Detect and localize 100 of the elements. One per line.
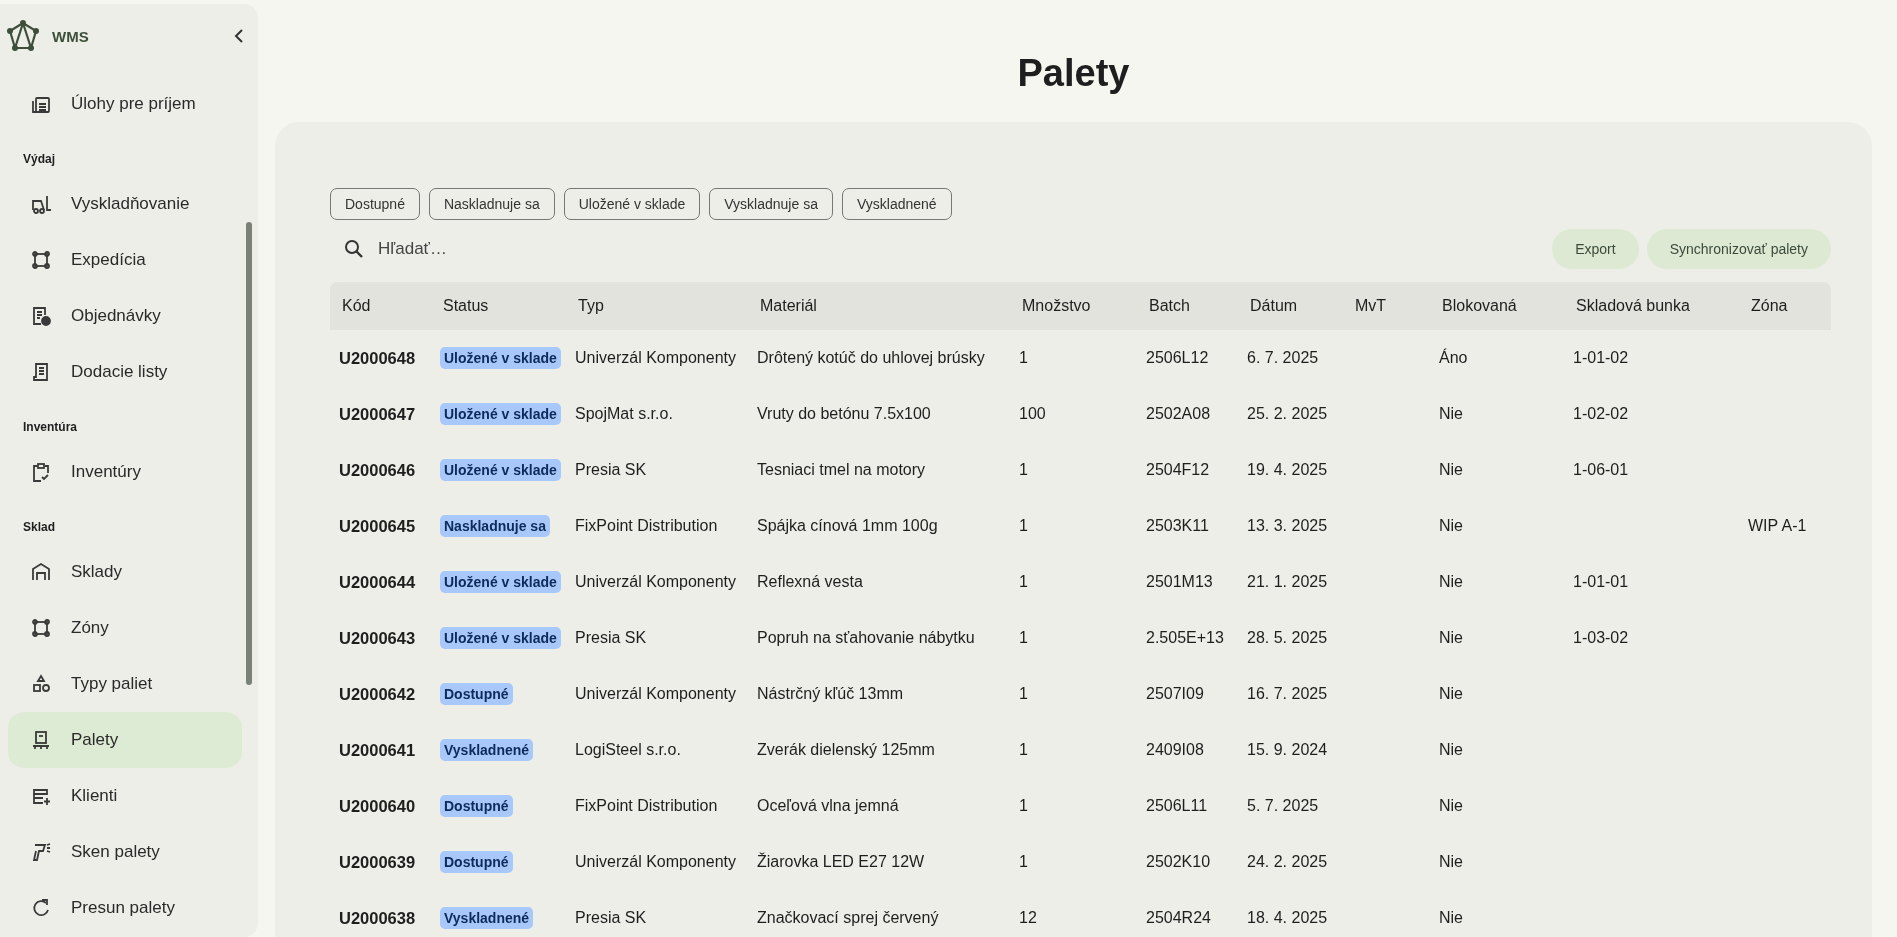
table-cell: Nie (1439, 405, 1463, 422)
search-icon (344, 239, 364, 259)
table-cell: Spájka cínová 1mm 100g (757, 517, 938, 534)
table-cell: 1-02-02 (1573, 405, 1629, 422)
table-cell: Presia SK (575, 909, 647, 926)
pallet-code: U2000648 (339, 348, 416, 367)
table-cell: Nie (1439, 853, 1463, 870)
table-cell: Nie (1439, 741, 1463, 758)
pallet-code: U2000640 (339, 796, 416, 815)
filter-chip[interactable]: Vyskladnené (841, 188, 952, 220)
sidebar-item[interactable]: Inventúry (8, 444, 242, 500)
table-row[interactable]: U2000641 Vyskladnené LogiSteel s.r.o. Zverák dielenský 125mm 1 2409I08 15. 9. 2024 Nie (330, 722, 1831, 778)
sidebar-item[interactable]: Presun palety (8, 880, 242, 936)
filter-chip[interactable]: Naskladnuje sa (428, 188, 555, 220)
table-cell: 2501M13 (1146, 573, 1213, 590)
table-row[interactable]: U2000645 Naskladnuje sa FixPoint Distribution Spájka cínová 1mm 100g 1 2503K11 13. 3. 2025 Nie WIP A-1 (330, 498, 1831, 554)
table-cell: Nie (1439, 629, 1463, 646)
table-row[interactable]: U2000646 Uložené v sklade Presia SK Tesniaci tmel na motory 1 2504F12 19. 4. 2025 Nie 1-06-01 (330, 442, 1831, 498)
scanner-icon (30, 841, 52, 863)
table-cell: 25. 2. 2025 (1247, 405, 1328, 422)
pallet-code: U2000639 (339, 852, 416, 871)
sidebar-item[interactable]: Úlohy pre príjem (8, 76, 242, 132)
table-row[interactable]: U2000640 Dostupné FixPoint Distribution Oceľová vlna jemná 1 2506L11 5. 7. 2025 Nie (330, 778, 1831, 834)
app-name: WMS (52, 27, 90, 45)
sidebar-item[interactable]: Klienti (8, 768, 242, 824)
table-row[interactable]: U2000639 Dostupné Univerzál Komponenty Žiarovka LED E27 12W 1 2502K10 24. 2. 2025 Nie (330, 834, 1831, 890)
sidebar-item[interactable]: Sklady (8, 544, 242, 600)
column-header[interactable]: Blokovaná (1430, 297, 1564, 315)
column-header[interactable]: Materiál (748, 297, 1010, 315)
table-cell: 2502A08 (1146, 405, 1211, 422)
table-row[interactable]: U2000644 Uložené v sklade Univerzál Komponenty Reflexná vesta 1 2501M13 21. 1. 2025 Nie 1-01-01 (330, 554, 1831, 610)
table-row[interactable]: U2000638 Vyskladnené Presia SK Značkovací sprej červený 12 2504R24 18. 4. 2025 Nie (330, 890, 1831, 937)
table-cell: 100 (1019, 405, 1046, 422)
table-cell: 21. 1. 2025 (1247, 573, 1328, 590)
pallet-code: U2000646 (339, 460, 416, 479)
status-badge: Uložené v sklade (440, 347, 561, 369)
table-cell: 1-06-01 (1573, 461, 1629, 478)
sidebar-item[interactable]: Dodacie listy (8, 344, 242, 400)
table-cell: SpojMat s.r.o. (575, 405, 673, 422)
sidebar-item[interactable]: Palety (8, 712, 242, 768)
sidebar-item[interactable]: Typy paliet (8, 656, 242, 712)
table-cell: 1 (1019, 797, 1028, 814)
scrollbar[interactable] (246, 222, 252, 685)
table-row[interactable]: U2000648 Uložené v sklade Univerzál Komponenty Drôtený kotúč do uhlovej brúsky 1 2506L12 6. 7. 2025 Áno 1-01-02 (330, 330, 1831, 386)
table-cell: Žiarovka LED E27 12W (757, 853, 925, 870)
table-cell: 2.505E+13 (1146, 629, 1224, 646)
sidebar-item[interactable]: Sken palety (8, 824, 242, 880)
sidebar-item[interactable]: Vyskladňovanie (8, 176, 242, 232)
table-row[interactable]: U2000647 Uložené v sklade SpojMat s.r.o. Vruty do betónu 7.5x100 100 2502A08 25. 2. 2025 Nie 1-02-02 (330, 386, 1831, 442)
filter-chip[interactable]: Dostupné (330, 188, 420, 220)
pallet-code: U2000642 (339, 684, 416, 703)
triangle-nodes-logo-icon (6, 19, 40, 53)
column-header[interactable]: Skladová bunka (1564, 297, 1739, 315)
pallet-icon (30, 729, 52, 751)
table-row[interactable]: U2000643 Uložené v sklade Presia SK Popruh na sťahovanie nábytku 1 2.505E+13 28. 5. 2025 Nie 1-03-02 (330, 610, 1831, 666)
table-cell: 16. 7. 2025 (1247, 685, 1328, 702)
table-cell: Popruh na sťahovanie nábytku (757, 629, 975, 646)
table-cell: 2506L12 (1146, 349, 1209, 366)
table-cell: Nástrčný kľúč 13mm (757, 685, 904, 702)
column-header[interactable]: Dátum (1238, 297, 1343, 315)
table-cell: Univerzál Komponenty (575, 853, 736, 870)
clipboard-check-icon (30, 461, 52, 483)
column-header[interactable]: Množstvo (1010, 297, 1137, 315)
section-label: Inventúra (22, 419, 78, 436)
table-cell: Tesniaci tmel na motory (757, 461, 926, 478)
table-cell: Nie (1439, 909, 1463, 926)
search-field[interactable]: Hľadať… (376, 238, 640, 260)
table-cell: 1 (1019, 685, 1028, 702)
sidebar-item[interactable]: Objednávky (8, 288, 242, 344)
pallet-code: U2000638 (339, 908, 416, 927)
table-cell: 24. 2. 2025 (1247, 853, 1328, 870)
table-cell: 1-03-02 (1573, 629, 1629, 646)
column-header[interactable]: Typ (566, 297, 748, 315)
status-badge: Naskladnuje sa (440, 515, 550, 537)
status-badge: Vyskladnené (440, 739, 534, 761)
filter-chip[interactable]: Vyskladnuje sa (709, 188, 833, 220)
column-header[interactable]: Status (431, 297, 566, 315)
table-row[interactable]: U2000642 Dostupné Univerzál Komponenty Nástrčný kľúč 13mm 1 2507I09 16. 7. 2025 Nie (330, 666, 1831, 722)
column-header[interactable]: Batch (1137, 297, 1238, 315)
table-cell: 1 (1019, 853, 1028, 870)
column-header[interactable]: MvT (1343, 297, 1430, 315)
status-badge: Uložené v sklade (440, 627, 561, 649)
action-button[interactable]: Export (1552, 229, 1639, 269)
page-title: Palety (1016, 51, 1131, 96)
status-badge: Uložené v sklade (440, 459, 561, 481)
sidebar-item[interactable]: Zóny (8, 600, 242, 656)
table-cell: 1 (1019, 573, 1028, 590)
column-header[interactable]: Kód (330, 297, 431, 315)
action-button[interactable]: Synchronizovať palety (1646, 229, 1831, 269)
filter-chip[interactable]: Uložené v sklade (563, 188, 701, 220)
table-cell: 1 (1019, 461, 1028, 478)
table-cell: 1-01-02 (1573, 349, 1629, 366)
sidebar-item[interactable]: Expedícia (8, 232, 242, 288)
column-header[interactable]: Zóna (1739, 297, 1830, 315)
table-cell: 28. 5. 2025 (1247, 629, 1328, 646)
table-cell: 5. 7. 2025 (1247, 797, 1319, 814)
chevron-left-icon[interactable] (234, 29, 244, 43)
table-cell: 6. 7. 2025 (1247, 349, 1319, 366)
table-cell: Reflexná vesta (757, 573, 863, 590)
table-cell: Značkovací sprej červený (757, 909, 939, 926)
